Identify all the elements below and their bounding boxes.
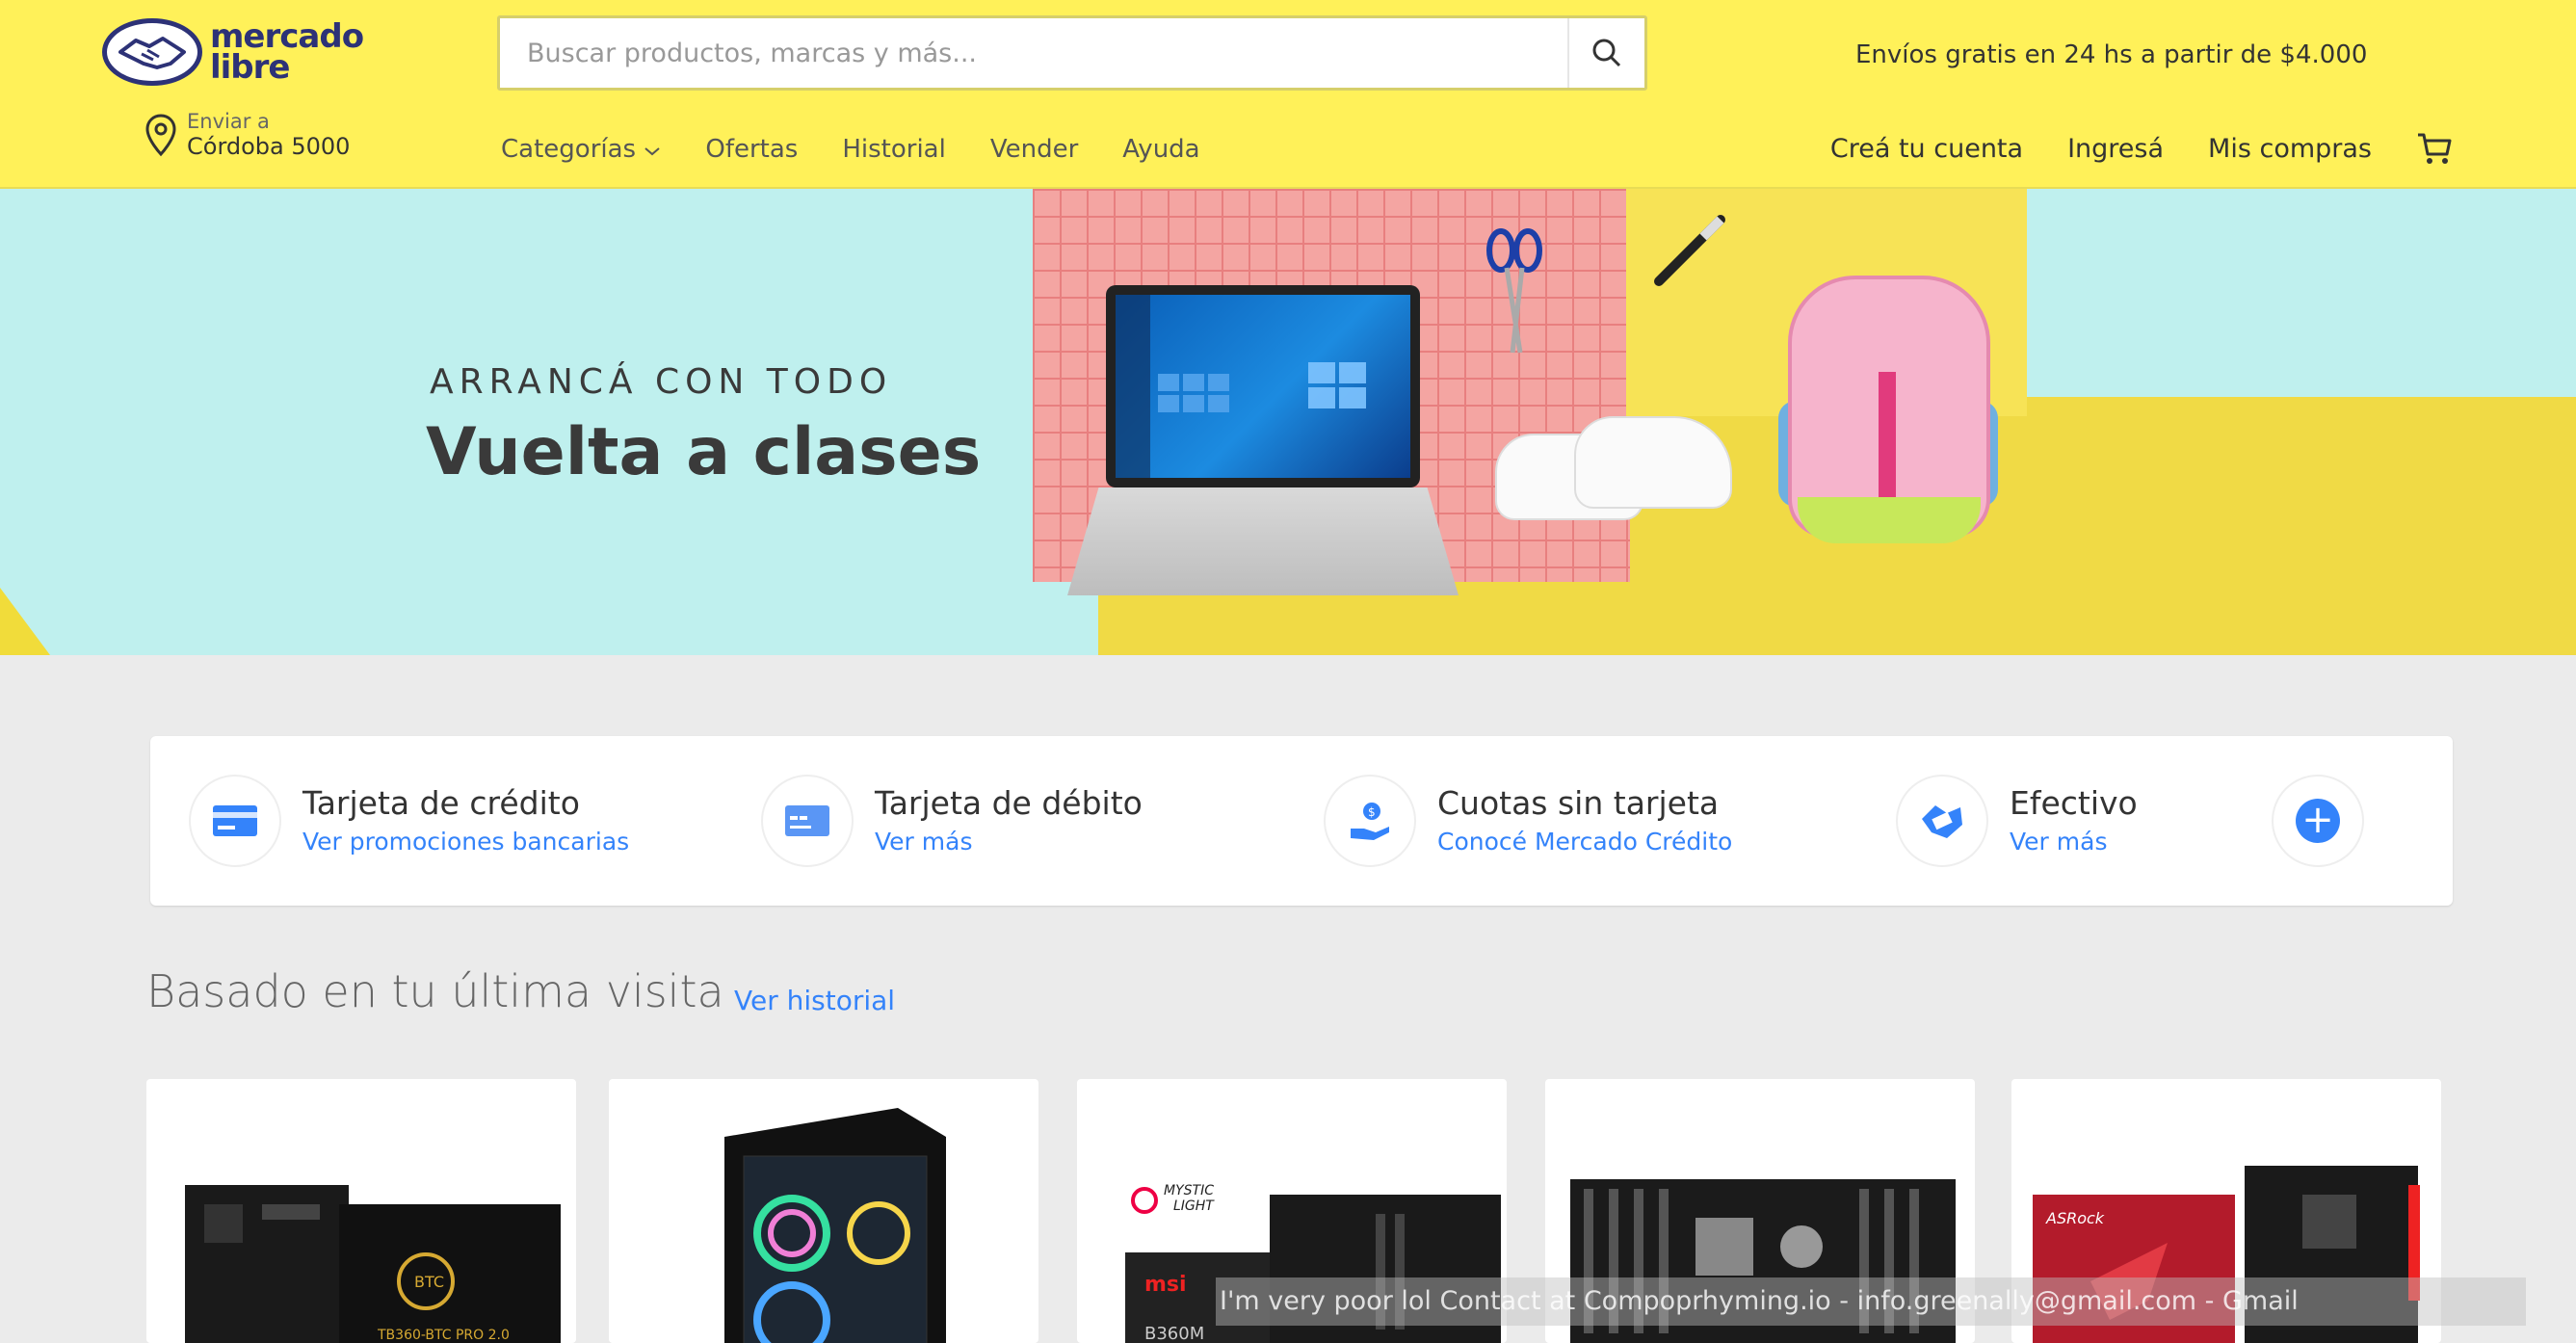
- payment-link[interactable]: Ver más: [2010, 828, 2138, 856]
- cash-handshake-icon: [1896, 775, 1988, 867]
- svg-text:MYSTIC: MYSTIC: [1164, 1183, 1214, 1198]
- logo-wordmark: mercado libre: [210, 17, 364, 87]
- mercadolibre-logo[interactable]: mercado libre: [102, 13, 372, 91]
- search-input[interactable]: [500, 18, 1567, 88]
- product-card[interactable]: BTC TB360-BTC PRO 2.0: [146, 1079, 576, 1343]
- nav-ofertas[interactable]: Ofertas: [705, 135, 798, 164]
- chevron-down-icon: [644, 147, 661, 156]
- main-nav: Categorías Ofertas Historial Vender Ayud…: [501, 135, 1200, 164]
- hand-coin-icon: $: [1324, 775, 1416, 867]
- payment-title: Tarjeta de crédito: [302, 784, 580, 822]
- nav-vender[interactable]: Vender: [990, 135, 1078, 164]
- payment-title: Cuotas sin tarjeta: [1437, 784, 1720, 822]
- search-icon: [1592, 39, 1621, 67]
- hero-kicker: ARRANCÁ CON TODO: [430, 362, 893, 402]
- header: mercado libre Envíos gratis en 24 hs a p…: [0, 0, 2576, 189]
- location-label: Enviar a: [187, 110, 270, 133]
- debit-card-icon: [761, 775, 854, 867]
- pc-case-product-image: [724, 1108, 946, 1343]
- search-bar: [497, 15, 1647, 91]
- more-payment-methods-button[interactable]: +: [2272, 775, 2364, 867]
- payment-methods: Tarjeta de crédito Ver promociones banca…: [150, 736, 2453, 906]
- product-card[interactable]: [609, 1079, 1038, 1343]
- laptop-image: [1106, 285, 1420, 487]
- svg-text:TB360-BTC PRO 2.0: TB360-BTC PRO 2.0: [377, 1328, 510, 1343]
- banner-yellow-corner: [0, 588, 50, 655]
- sneaker-image: [1574, 416, 1732, 509]
- scissors-image: [1486, 228, 1542, 354]
- payment-credit-card[interactable]: Tarjeta de crédito Ver promociones banca…: [189, 775, 629, 867]
- recent-section-title: Basado en tu última visita: [146, 965, 724, 1017]
- svg-text:LIGHT: LIGHT: [1173, 1198, 1215, 1214]
- marker-image: [1654, 215, 1725, 286]
- hero-banner[interactable]: ARRANCÁ CON TODO Vuelta a clases: [0, 189, 2576, 655]
- location-value: Córdoba 5000: [187, 133, 351, 160]
- payment-link[interactable]: Ver más: [875, 828, 1143, 856]
- payment-link[interactable]: Ver promociones bancarias: [302, 828, 629, 856]
- svg-text:msi: msi: [1144, 1273, 1187, 1297]
- payment-cash[interactable]: Efectivo Ver más: [1896, 775, 2138, 867]
- nav-ayuda[interactable]: Ayuda: [1122, 135, 1199, 164]
- nav-historial[interactable]: Historial: [842, 135, 946, 164]
- handshake-logo-icon: [102, 18, 202, 86]
- shipping-location[interactable]: Enviar a Córdoba 5000: [145, 110, 350, 160]
- create-account-link[interactable]: Creá tu cuenta: [1830, 134, 2023, 164]
- payment-link[interactable]: Conocé Mercado Crédito: [1437, 828, 1732, 856]
- login-link[interactable]: Ingresá: [2067, 134, 2164, 164]
- payment-debit-card[interactable]: Tarjeta de débito Ver más: [761, 775, 1143, 867]
- free-shipping-promo[interactable]: Envíos gratis en 24 hs a partir de $4.00…: [1855, 40, 2367, 69]
- payment-installments[interactable]: $ Cuotas sin tarjeta Conocé Mercado Créd…: [1324, 775, 1732, 867]
- motherboard-product-image: BTC TB360-BTC PRO 2.0: [185, 1185, 561, 1343]
- hero-title: Vuelta a clases: [426, 414, 982, 490]
- credit-card-icon: [189, 775, 281, 867]
- payment-title: Efectivo: [2010, 784, 2138, 822]
- payment-title: Tarjeta de débito: [875, 784, 1143, 822]
- backpack-bottom: [1798, 497, 1981, 543]
- user-nav: Creá tu cuenta Ingresá Mis compras: [1830, 131, 2453, 166]
- view-history-link[interactable]: Ver historial: [734, 985, 895, 1016]
- svg-text:BTC: BTC: [414, 1273, 444, 1291]
- nav-categorias[interactable]: Categorías: [501, 135, 661, 164]
- svg-text:ASRock: ASRock: [2045, 1209, 2105, 1227]
- laptop-keyboard: [1067, 487, 1459, 595]
- cart-icon[interactable]: [2416, 131, 2453, 166]
- my-purchases-link[interactable]: Mis compras: [2208, 134, 2372, 164]
- watermark-overlay: I'm very poor lol Contact at Compoprhymi…: [1216, 1277, 2526, 1326]
- svg-text:B360M: B360M: [1144, 1324, 1204, 1343]
- location-pin-icon: [145, 114, 176, 157]
- search-button[interactable]: [1567, 18, 1644, 88]
- svg-text:$: $: [1368, 805, 1376, 819]
- plus-icon: +: [2296, 799, 2340, 843]
